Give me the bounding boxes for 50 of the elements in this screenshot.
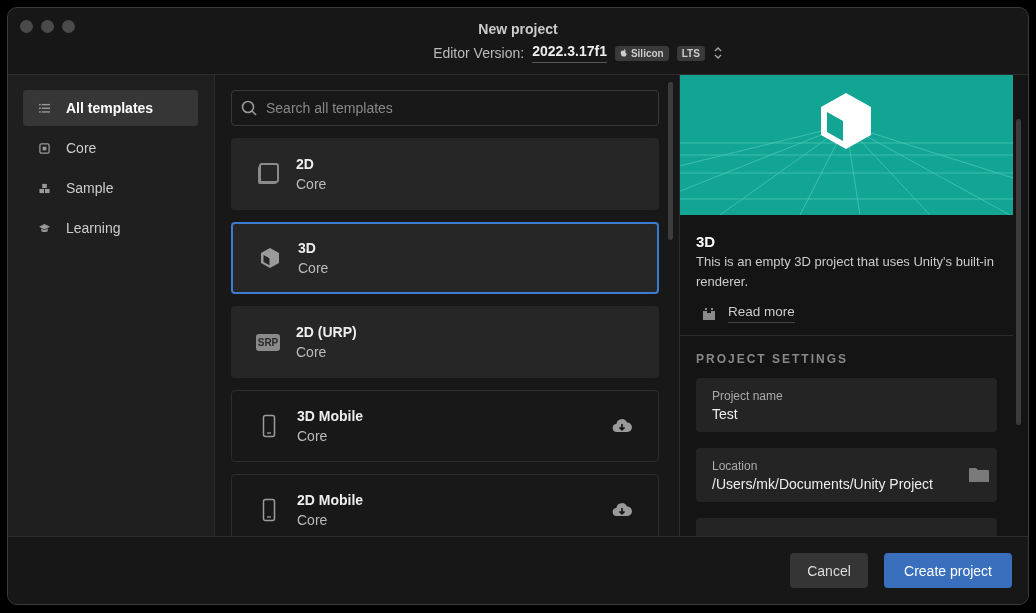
section-heading: PROJECT SETTINGS (696, 352, 850, 366)
close-button[interactable] (20, 20, 33, 33)
graduation-cap-icon (39, 222, 50, 234)
package-icon (702, 307, 716, 320)
template-card[interactable]: 3D Mobile Core (231, 390, 659, 462)
search-icon (241, 100, 257, 116)
sidebar-item[interactable]: All templates (23, 90, 198, 126)
cloud-download-icon[interactable] (612, 419, 632, 433)
list-icon (39, 102, 50, 114)
template-name: 2D Mobile (297, 492, 365, 508)
editor-version-label: Editor Version: (433, 45, 525, 61)
template-card[interactable]: 2D Core (231, 138, 659, 210)
editor-version-value[interactable]: 2022.3.17f1 (532, 43, 607, 63)
minimize-button[interactable] (41, 20, 54, 33)
scrollbar[interactable] (668, 82, 673, 240)
window-title: New project (478, 21, 558, 37)
lts-tag: LTS (676, 45, 705, 61)
cube-icon (258, 246, 282, 270)
template-name: 2D (296, 156, 315, 172)
template-card[interactable]: 3D Core (231, 222, 659, 294)
template-name: 2D (URP) (296, 324, 358, 340)
sidebar-item[interactable]: Sample (23, 170, 198, 206)
blocks-icon (39, 182, 50, 194)
template-name: 3D (298, 240, 317, 256)
template-description: This is an empty 3D project that uses Unity's built-in renderer. (696, 253, 995, 291)
zoom-button[interactable] (62, 20, 75, 33)
create-project-button[interactable]: Create project (884, 553, 1012, 588)
up-down-chevron-icon[interactable] (712, 45, 723, 61)
square-icon (256, 162, 280, 186)
template-title: 3D (696, 233, 717, 250)
template-category: Core (297, 428, 329, 444)
folder-icon[interactable] (969, 467, 989, 483)
cancel-button[interactable]: Cancel (790, 553, 868, 588)
srp-icon: SRP (255, 333, 281, 351)
sidebar-item[interactable]: Learning (23, 210, 198, 246)
sidebar-item[interactable]: Core (23, 130, 198, 166)
template-category: Core (298, 260, 330, 276)
read-more-link[interactable]: Read more (728, 304, 795, 323)
template-category: Core (297, 512, 329, 528)
silicon-tag: Silicon (614, 45, 669, 61)
scrollbar[interactable] (1016, 119, 1021, 425)
template-card[interactable]: SRP 2D (URP) Core (231, 306, 659, 378)
cloud-download-icon[interactable] (612, 503, 632, 517)
settings-field[interactable]: Project name Test (696, 378, 997, 432)
search-field[interactable]: Search all templates (231, 90, 659, 126)
settings-field[interactable]: Location /Users/mk/Documents/Unity Project (696, 448, 997, 502)
template-category: Core (296, 344, 328, 360)
template-category: Core (296, 176, 328, 192)
template-name: 3D Mobile (297, 408, 365, 424)
apple-icon (619, 48, 628, 58)
